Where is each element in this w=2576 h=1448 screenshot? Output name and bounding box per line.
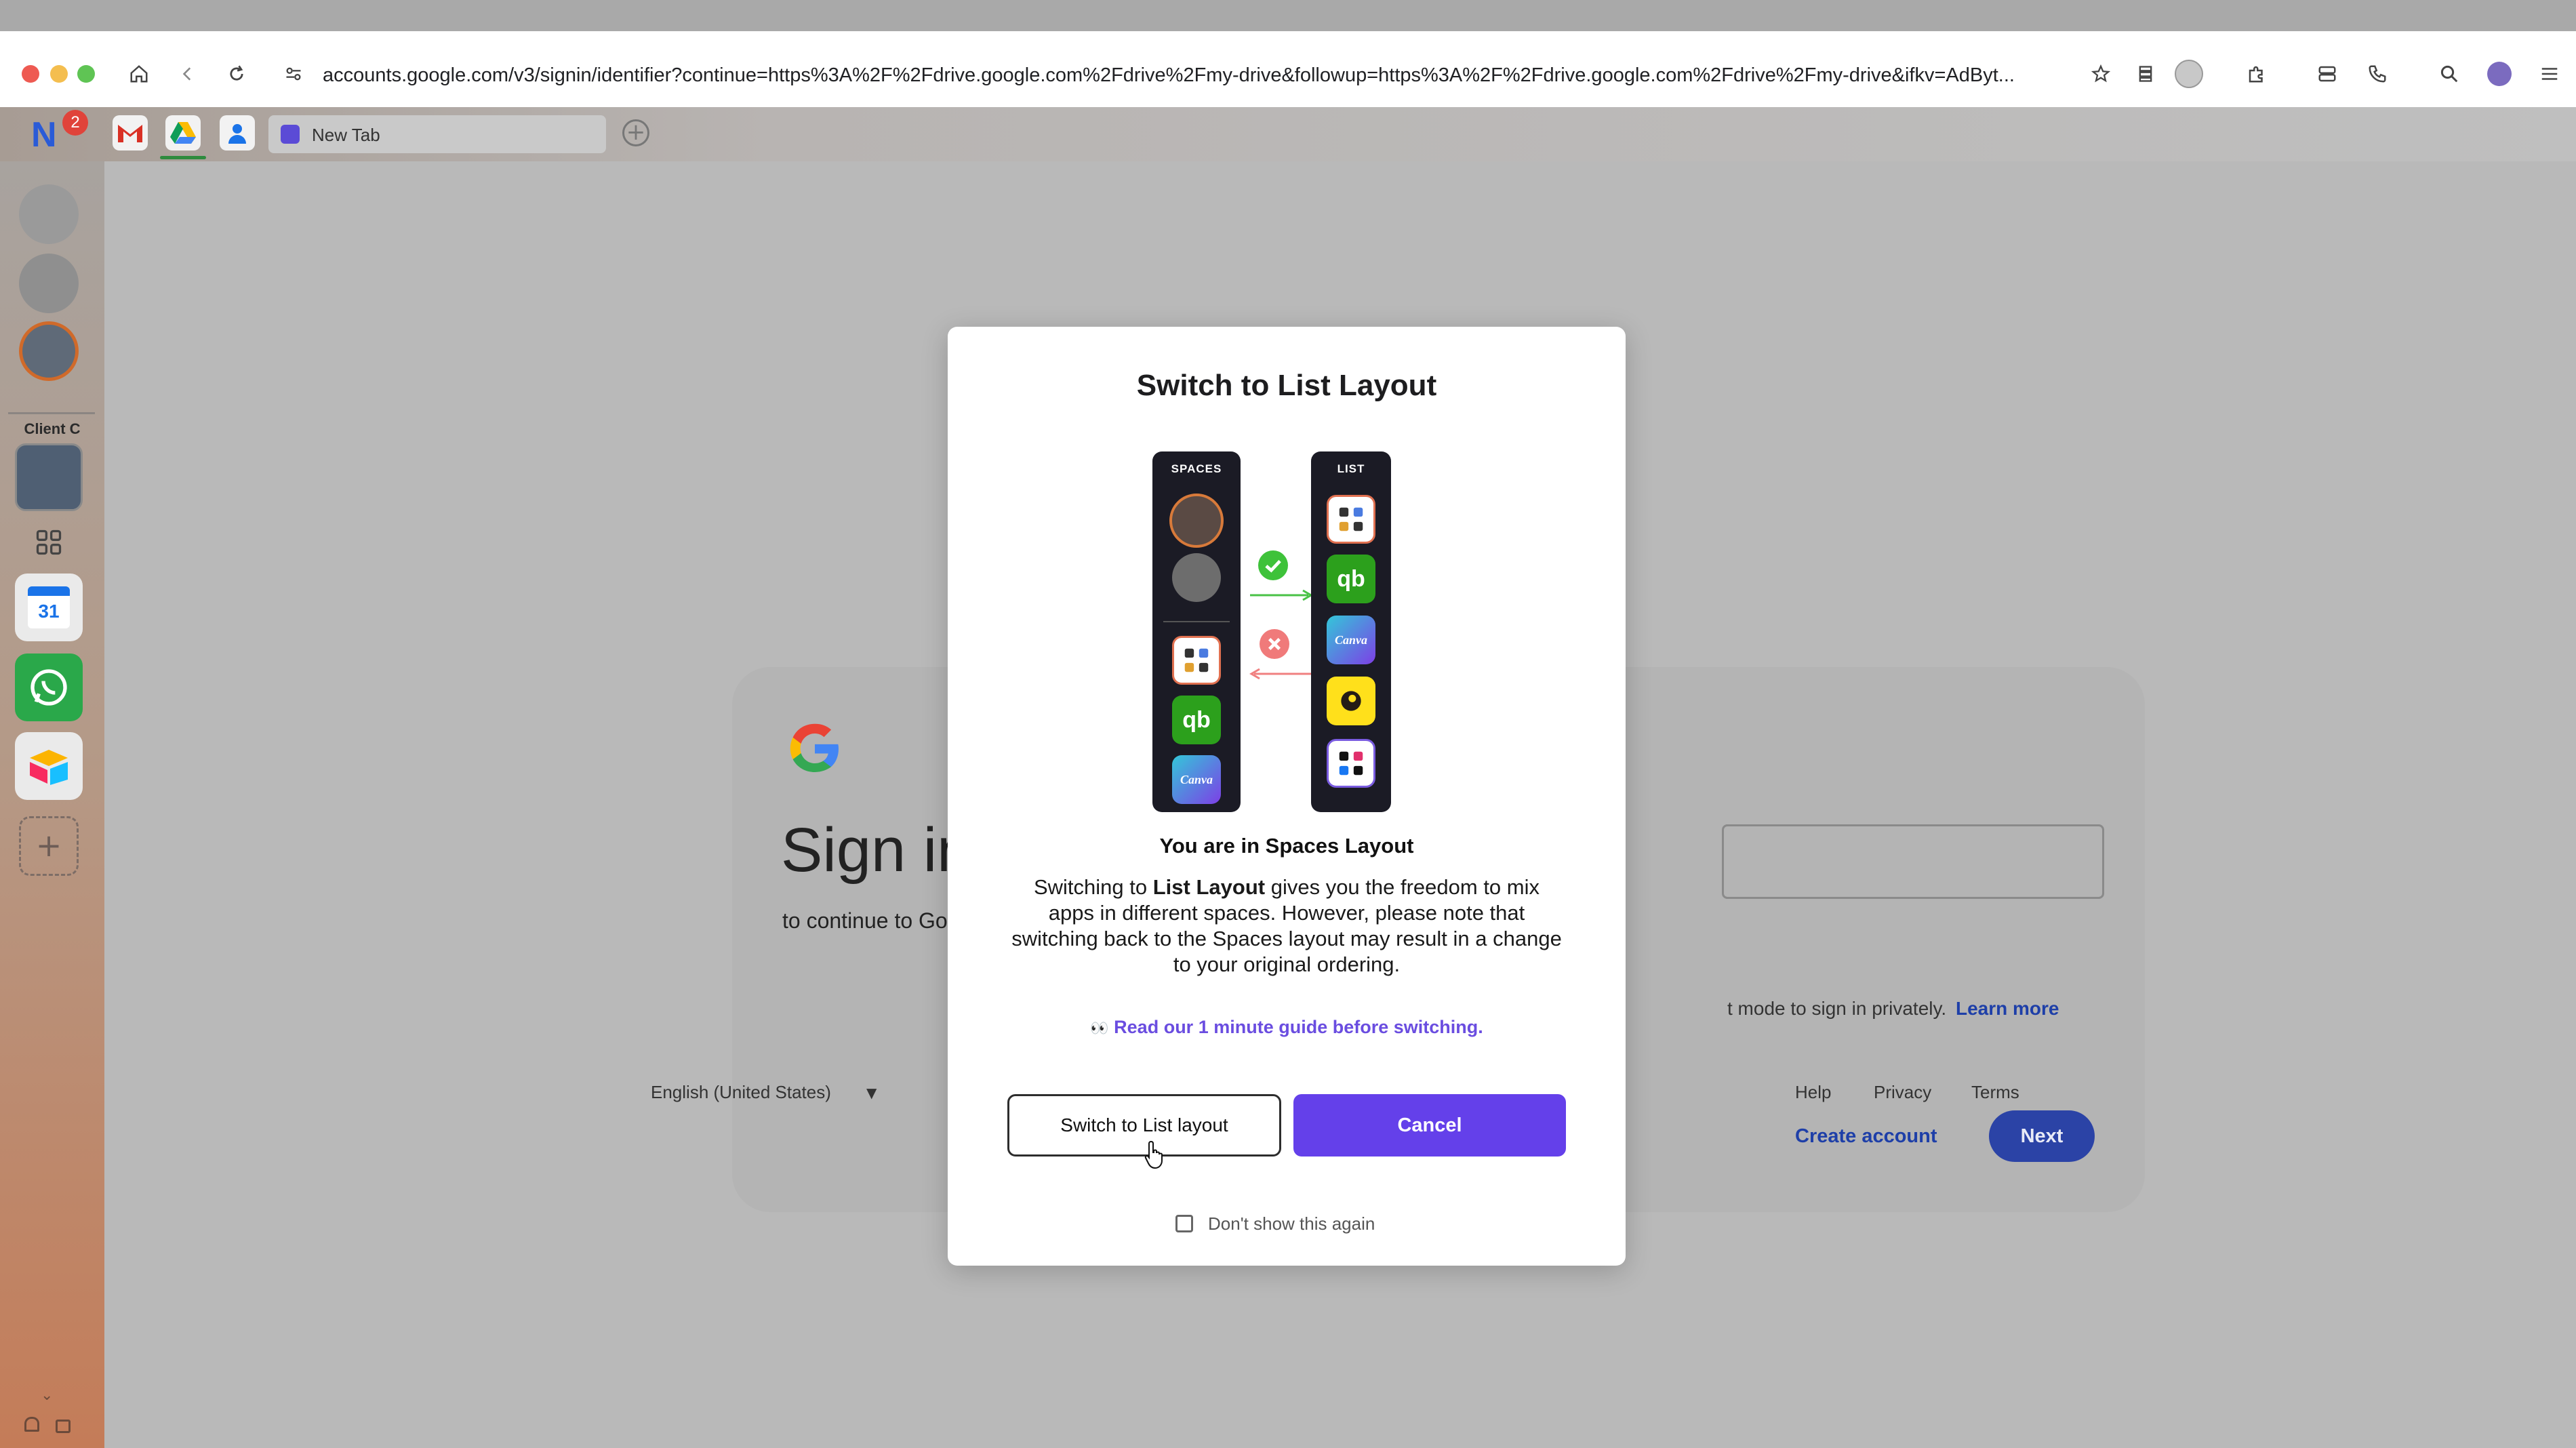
- spaces-phone-illustration: SPACES qb Canva: [1152, 451, 1241, 812]
- cross-circle-icon: [1260, 629, 1289, 659]
- home-icon[interactable]: [123, 58, 155, 89]
- spaces-avatar-1: [1169, 494, 1224, 548]
- signin-title: Sign in: [781, 816, 972, 885]
- next-button[interactable]: Next: [1989, 1110, 2095, 1162]
- learn-more-link[interactable]: Learn more: [1956, 998, 2059, 1019]
- new-tab-favicon-icon: [281, 125, 300, 144]
- right-arrow-icon: [1249, 587, 1314, 603]
- phone-divider: [1163, 621, 1230, 622]
- whatsapp-icon[interactable]: [15, 653, 83, 721]
- apps-grid-icon[interactable]: [34, 527, 64, 557]
- current-layout-heading: You are in Spaces Layout: [1159, 834, 1414, 858]
- tab-label: New Tab: [312, 125, 380, 145]
- switch-layout-dialog: Switch to List Layout SPACES qb Canva LI…: [948, 327, 1626, 1266]
- left-arrow-icon: [1249, 666, 1314, 682]
- bell-icon[interactable]: [24, 1417, 39, 1432]
- maximize-window-button[interactable]: [77, 65, 95, 83]
- description-prefix: Switching to: [1033, 875, 1153, 899]
- spaces-app-grid-tile: [1172, 636, 1221, 685]
- airtable-icon[interactable]: [15, 732, 83, 800]
- dont-show-again-checkbox[interactable]: [1175, 1215, 1193, 1232]
- footer-terms-link[interactable]: Terms: [1971, 1082, 2019, 1103]
- address-bar[interactable]: accounts.google.com/v3/signin/identifier…: [323, 60, 2085, 91]
- eyes-emoji-icon: 👀: [1090, 1020, 1109, 1037]
- reading-list-icon[interactable]: [2130, 58, 2161, 89]
- description-bold: List Layout: [1152, 875, 1266, 899]
- sidebar-divider: [8, 412, 95, 414]
- add-tab-icon[interactable]: +: [622, 119, 649, 146]
- active-tab-underline: [160, 156, 206, 159]
- list-canva-tile: Canva: [1327, 616, 1375, 664]
- dont-show-again-label: Don't show this again: [1208, 1213, 1375, 1234]
- list-mailchimp-tile: [1327, 677, 1375, 725]
- client-label: Client C: [24, 420, 81, 437]
- spaces-quickbooks-tile: qb: [1172, 696, 1221, 744]
- spaces-label: SPACES: [1171, 462, 1222, 475]
- tab-bar: N 2 New Tab +: [0, 107, 2576, 161]
- google-logo-icon: [786, 720, 843, 777]
- site-settings-icon[interactable]: [278, 58, 309, 89]
- minimize-window-button[interactable]: [50, 65, 68, 83]
- back-icon[interactable]: [172, 58, 203, 89]
- client-avatar[interactable]: [15, 443, 83, 511]
- list-quickbooks-tile: qb: [1327, 555, 1375, 603]
- guide-link[interactable]: 👀 Read our 1 minute guide before switchi…: [948, 1017, 1626, 1038]
- search-icon[interactable]: [2434, 58, 2465, 89]
- notification-badge: 2: [62, 110, 88, 136]
- footer-help-link[interactable]: Help: [1795, 1082, 1831, 1103]
- guide-link-text[interactable]: Read our 1 minute guide before switching…: [1114, 1017, 1483, 1037]
- dialog-description: Switching to List Layout gives you the f…: [1010, 874, 1563, 978]
- guest-mode-text: t mode to sign in privately. Learn more: [1727, 998, 2059, 1020]
- list-app-grid-tile: [1327, 495, 1375, 544]
- user-avatar-1[interactable]: [19, 184, 79, 244]
- collapse-chevron-icon[interactable]: ⌄: [41, 1387, 53, 1404]
- menu-icon[interactable]: [2534, 58, 2565, 89]
- gmail-tab-icon[interactable]: [113, 115, 148, 150]
- close-window-button[interactable]: [22, 65, 39, 83]
- language-label: English (United States): [651, 1082, 831, 1102]
- list-phone-illustration: LIST qb Canva: [1311, 451, 1391, 812]
- user-avatar-2[interactable]: [19, 254, 79, 313]
- reload-icon[interactable]: [221, 58, 252, 89]
- google-calendar-icon[interactable]: 31: [15, 574, 83, 641]
- dialog-title: Switch to List Layout: [1136, 369, 1437, 402]
- list-social-grid-tile: [1327, 739, 1375, 788]
- pointer-cursor-icon: [1144, 1140, 1167, 1170]
- guest-mode-label: t mode to sign in privately.: [1727, 998, 1947, 1019]
- footer-privacy-link[interactable]: Privacy: [1874, 1082, 1931, 1103]
- spaces-avatar-2: [1172, 553, 1221, 602]
- create-account-button[interactable]: Create account: [1795, 1125, 1937, 1148]
- check-circle-icon: [1258, 550, 1288, 580]
- contacts-tab-icon[interactable]: [220, 115, 255, 150]
- app-sidebar: Client C 31 + ⌄: [0, 161, 104, 1448]
- new-tab-tab[interactable]: New Tab: [268, 115, 606, 153]
- tab-search-icon[interactable]: [2312, 58, 2343, 89]
- bookmark-star-icon[interactable]: [2085, 58, 2116, 89]
- dropdown-arrow-icon: ▼: [866, 1085, 877, 1101]
- profile-extension-icon[interactable]: [2173, 58, 2205, 89]
- lock-icon[interactable]: [56, 1420, 71, 1433]
- list-label: LIST: [1337, 462, 1365, 475]
- email-field[interactable]: [1722, 824, 2104, 899]
- add-app-button[interactable]: +: [19, 816, 79, 876]
- phone-call-icon[interactable]: [2362, 58, 2393, 89]
- account-avatar-icon[interactable]: [2484, 58, 2515, 89]
- user-avatar-3[interactable]: [19, 321, 79, 381]
- language-select[interactable]: English (United States) ▼: [651, 1082, 881, 1109]
- window-top-strip: [0, 0, 2576, 31]
- cancel-button[interactable]: Cancel: [1293, 1094, 1566, 1157]
- extensions-puzzle-icon[interactable]: [2241, 58, 2272, 89]
- google-drive-tab-icon[interactable]: [165, 115, 201, 150]
- spaces-canva-tile: Canva: [1172, 755, 1221, 804]
